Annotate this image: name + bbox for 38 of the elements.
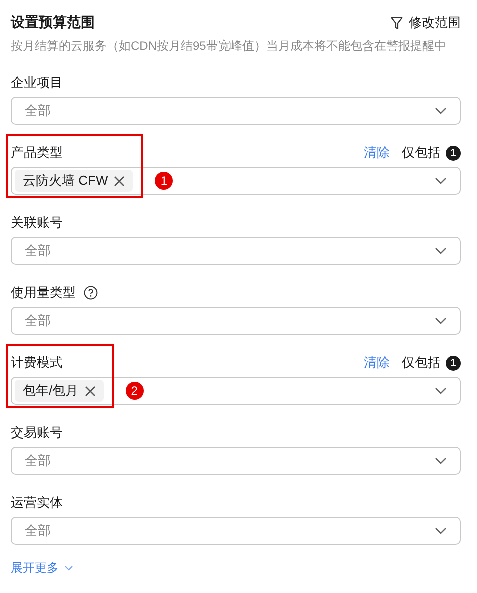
include-label: 仅包括 xyxy=(402,354,441,372)
chevron-down-icon xyxy=(435,107,447,115)
remove-icon[interactable] xyxy=(84,386,96,396)
field-label: 交易账号 xyxy=(11,424,63,442)
select-field[interactable]: 全部 xyxy=(11,517,461,545)
callout-number: 2 xyxy=(126,382,144,400)
chevron-down-icon xyxy=(435,177,447,185)
field-label: 产品类型 xyxy=(11,144,63,162)
select-field[interactable]: 全部 xyxy=(11,307,461,335)
chevron-down-icon xyxy=(65,566,73,571)
include-label: 仅包括 xyxy=(402,144,441,162)
expand-more-link[interactable]: 展开更多 xyxy=(11,560,73,577)
field-label: 计费模式 xyxy=(11,354,63,372)
selected-tag: 包年/包月 xyxy=(15,380,104,402)
select-field[interactable]: 全部 xyxy=(11,97,461,125)
filter-icon xyxy=(391,16,403,30)
selected-tag: 云防火墙 CFW xyxy=(15,170,134,192)
remove-icon[interactable] xyxy=(114,176,126,186)
callout-number: 1 xyxy=(155,172,174,190)
field-label: 使用量类型 xyxy=(11,284,76,302)
clear-link[interactable]: 清除 xyxy=(364,354,390,372)
help-icon[interactable] xyxy=(84,286,98,300)
field-label: 运营实体 xyxy=(11,494,63,512)
chevron-down-icon xyxy=(435,457,447,465)
edit-scope-button[interactable]: 修改范围 xyxy=(391,14,461,32)
chevron-down-icon xyxy=(435,247,447,255)
chevron-down-icon xyxy=(435,527,447,535)
field-label: 企业项目 xyxy=(11,74,63,92)
chevron-down-icon xyxy=(435,387,447,395)
chevron-down-icon xyxy=(435,317,447,325)
count-badge: 1 xyxy=(446,356,461,370)
select-field[interactable]: 全部 xyxy=(11,447,461,475)
clear-link[interactable]: 清除 xyxy=(364,144,390,162)
count-badge: 1 xyxy=(446,146,461,160)
field-label: 关联账号 xyxy=(11,214,63,232)
panel-title: 设置预算范围 xyxy=(11,14,95,32)
description-text: 按月结算的云服务（如CDN按月结95带宽峰值）当月成本将不能包含在警报提醒中 xyxy=(11,38,448,55)
select-field[interactable]: 全部 xyxy=(11,237,461,265)
